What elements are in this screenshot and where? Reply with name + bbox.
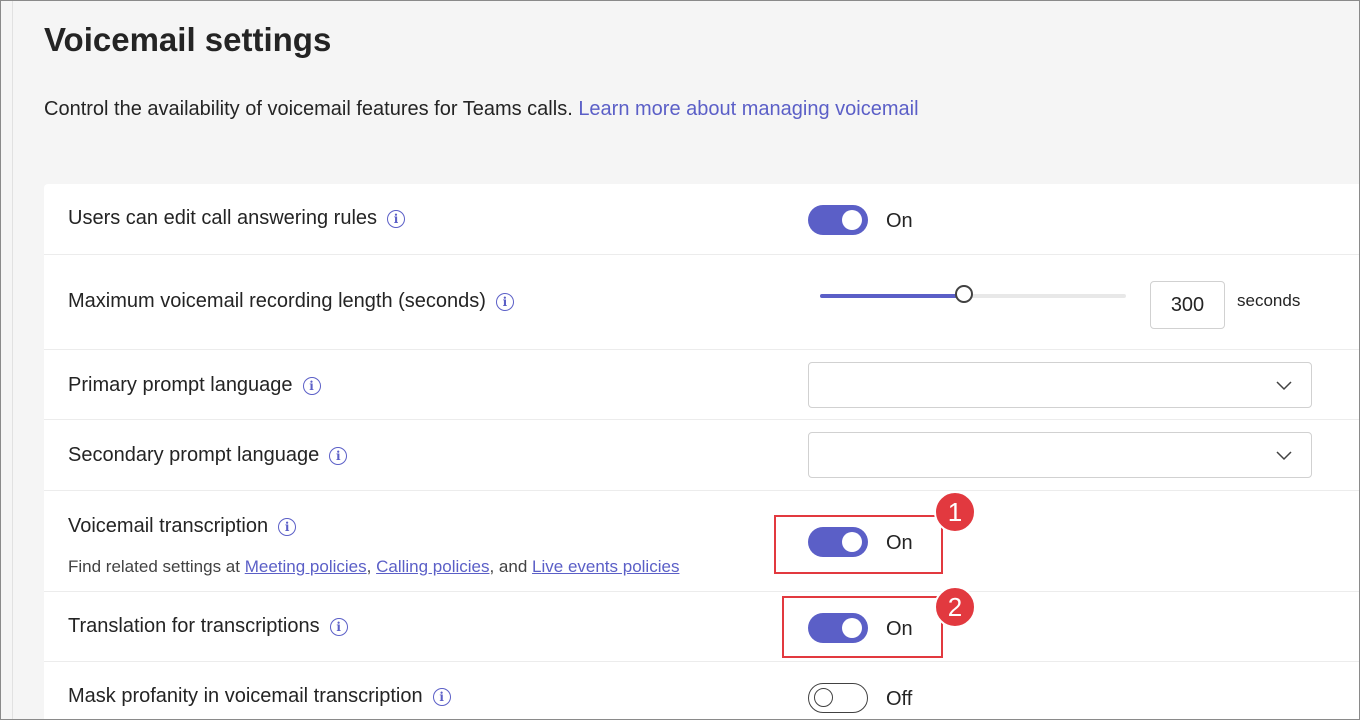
chevron-down-icon <box>1276 381 1292 391</box>
mask-profanity-toggle[interactable] <box>808 683 868 713</box>
settings-card: Users can edit call answering rules i On… <box>44 184 1359 719</box>
setting-label: Translation for transcriptions i <box>68 615 348 638</box>
secondary-language-dropdown[interactable] <box>808 432 1312 478</box>
setting-label: Voicemail transcription i <box>68 515 297 538</box>
mask-profanity-label: Mask profanity in voicemail transcriptio… <box>68 685 423 707</box>
primary-language-dropdown[interactable] <box>808 362 1312 408</box>
info-icon[interactable]: i <box>329 446 348 465</box>
info-icon[interactable]: i <box>329 617 348 636</box>
toggle-knob <box>814 688 833 707</box>
setting-row-edit-rules: Users can edit call answering rules i On <box>44 184 1359 255</box>
toggle-knob <box>842 210 862 230</box>
secondary-language-label: Secondary prompt language <box>68 444 320 466</box>
highlight-box-1 <box>774 515 943 574</box>
transcription-label: Voicemail transcription <box>68 515 269 537</box>
left-divider <box>12 1 13 719</box>
separator: , <box>366 557 372 576</box>
info-icon[interactable]: i <box>387 209 406 228</box>
max-length-unit: seconds <box>1237 291 1301 310</box>
edit-rules-state: On <box>886 210 913 232</box>
page-title: Voicemail settings <box>44 21 332 58</box>
annotation-badge-1: 1 <box>934 491 976 533</box>
related-settings-text: Find related settings at Meeting policie… <box>68 557 679 577</box>
calling-policies-link[interactable]: Calling policies <box>376 557 489 576</box>
setting-row-mask-profanity: Mask profanity in voicemail transcriptio… <box>44 662 1359 719</box>
chevron-down-icon <box>1276 451 1292 461</box>
setting-label: Mask profanity in voicemail transcriptio… <box>68 685 451 708</box>
max-length-label: Maximum voicemail recording length (seco… <box>68 290 486 312</box>
separator: , and <box>489 557 528 576</box>
slider-thumb[interactable] <box>954 285 973 303</box>
info-icon[interactable]: i <box>432 687 451 706</box>
meeting-policies-link[interactable]: Meeting policies <box>245 557 367 576</box>
setting-label: Secondary prompt language i <box>68 444 348 467</box>
mask-profanity-state: Off <box>886 688 913 710</box>
setting-row-primary-language: Primary prompt language i <box>44 350 1359 420</box>
setting-label: Users can edit call answering rules i <box>68 207 406 230</box>
info-icon[interactable]: i <box>302 376 321 395</box>
page-description: Control the availability of voicemail fe… <box>44 98 919 121</box>
edit-rules-toggle[interactable] <box>808 205 868 235</box>
slider-fill <box>820 294 964 298</box>
max-length-slider[interactable] <box>820 285 1126 303</box>
info-icon[interactable]: i <box>495 292 514 311</box>
voicemail-settings-page: Voicemail settings Control the availabil… <box>0 0 1360 720</box>
edit-rules-label: Users can edit call answering rules <box>68 207 378 229</box>
translation-label: Translation for transcriptions <box>68 615 320 637</box>
setting-label: Maximum voicemail recording length (seco… <box>68 290 514 313</box>
highlight-box-2 <box>782 596 943 658</box>
setting-row-secondary-language: Secondary prompt language i <box>44 420 1359 491</box>
learn-more-link[interactable]: Learn more about managing voicemail <box>578 98 918 120</box>
description-text: Control the availability of voicemail fe… <box>44 98 573 120</box>
live-events-policies-link[interactable]: Live events policies <box>532 557 679 576</box>
primary-language-label: Primary prompt language <box>68 374 293 396</box>
info-icon[interactable]: i <box>278 517 297 536</box>
annotation-badge-2: 2 <box>934 586 976 628</box>
related-prefix: Find related settings at <box>68 557 240 576</box>
max-length-input[interactable]: 300 <box>1150 281 1225 329</box>
setting-label: Primary prompt language i <box>68 374 321 397</box>
setting-row-translation: Translation for transcriptions i On <box>44 592 1359 662</box>
